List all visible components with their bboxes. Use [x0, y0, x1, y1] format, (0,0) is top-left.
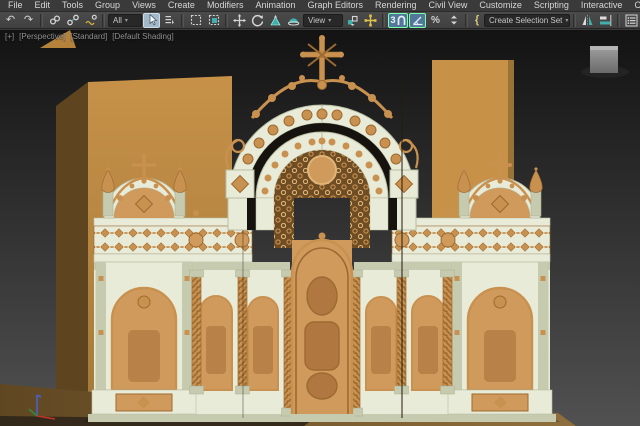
unlink-icon [67, 14, 79, 26]
scene-explorer-icon [625, 14, 638, 27]
toggle-scene-explorer-button[interactable] [623, 13, 640, 28]
menu-item[interactable]: Animation [249, 0, 301, 11]
angle-snap-icon [412, 14, 424, 26]
select-and-move-button[interactable] [231, 13, 248, 28]
viewport-pov-label[interactable]: [Perspective] [19, 32, 65, 41]
perspective-viewport[interactable]: [+] [Perspective] [Standard] [Default Sh… [0, 30, 640, 426]
menu-item[interactable]: Interactive [575, 0, 629, 11]
use-pivot-point-center-button[interactable] [344, 13, 361, 28]
menu-item[interactable]: Graph Editors [301, 0, 369, 11]
viewport-style-label[interactable]: [Standard] [70, 32, 107, 41]
undo-icon: ↶ [6, 15, 15, 26]
menu-item[interactable]: Group [89, 0, 126, 11]
mirror-icon [581, 14, 594, 27]
viewport-label-bar: [+] [Perspective] [Standard] [Default Sh… [5, 32, 174, 41]
menu-item[interactable]: Tools [56, 0, 89, 11]
link-icon [49, 14, 61, 26]
edit-named-selection-sets-button[interactable]: { [471, 13, 483, 28]
toolbar-separator [225, 14, 228, 27]
rotate-icon [251, 14, 264, 27]
toolbar-separator [617, 14, 620, 27]
toolbar-separator [102, 14, 105, 27]
space-warp-icon [85, 14, 97, 26]
magnet-icon [397, 15, 406, 26]
3ds-max-window: FileEditToolsGroupViewsCreateModifiersAn… [0, 0, 640, 426]
percent-snap-toggle-button[interactable]: % [427, 13, 444, 28]
chevron-down-icon: ▾ [565, 17, 568, 24]
move-icon [233, 14, 246, 27]
percent-snap-label: % [431, 15, 440, 26]
menu-item[interactable]: Civil View [423, 0, 474, 11]
menu-bar: FileEditToolsGroupViewsCreateModifiersAn… [0, 0, 640, 12]
menu-item[interactable]: Views [126, 0, 162, 11]
chevron-down-icon: ▾ [125, 17, 128, 24]
selection-sets-brace-icon: { [475, 14, 479, 26]
coordinate-system-value: View [308, 16, 325, 25]
menu-item[interactable]: Create [162, 0, 201, 11]
snap-toggle-3d-button[interactable]: 3 [388, 13, 408, 28]
bind-to-space-warp-button[interactable] [82, 13, 99, 28]
select-and-scale-button[interactable] [267, 13, 284, 28]
menu-item[interactable]: Scripting [528, 0, 575, 11]
cursor-arrow-icon [146, 14, 158, 26]
viewport-3d-scene[interactable] [0, 30, 640, 426]
manipulate-icon [364, 14, 377, 27]
named-selection-sets-dropdown[interactable]: Create Selection Set▾ [484, 14, 570, 27]
toolbar-separator [382, 14, 385, 27]
named-selection-sets-value: Create Selection Set [489, 16, 562, 25]
select-by-name-button[interactable] [161, 13, 178, 28]
unlink-selection-button[interactable] [64, 13, 81, 28]
viewport-general-menu[interactable]: [+] [5, 32, 14, 41]
align-button[interactable] [597, 13, 614, 28]
menu-item[interactable]: File [2, 0, 29, 11]
pivot-center-icon [346, 14, 359, 27]
toolbar-separator [181, 14, 184, 27]
menu-item[interactable]: Customize [473, 0, 528, 11]
toolbar-separator [573, 14, 576, 27]
select-and-rotate-button[interactable] [249, 13, 266, 28]
window-crossing-icon [208, 14, 220, 26]
selection-filter-dropdown[interactable]: All▾ [108, 14, 142, 27]
selection-filter-value: All [113, 16, 122, 25]
toolbar-separator [465, 14, 468, 27]
spinner-snap-icon [448, 14, 460, 26]
select-and-link-button[interactable] [46, 13, 63, 28]
redo-button[interactable]: ↷ [20, 13, 37, 28]
redo-icon: ↷ [24, 15, 33, 26]
viewport-shading-label[interactable]: [Default Shading] [112, 32, 173, 41]
select-object-button[interactable] [143, 13, 160, 28]
menu-item[interactable]: Modifiers [201, 0, 250, 11]
undo-button[interactable]: ↶ [2, 13, 19, 28]
select-by-name-icon [164, 14, 176, 26]
mirror-button[interactable] [579, 13, 596, 28]
snap-3d-label: 3 [390, 15, 395, 25]
menu-item[interactable]: Content [628, 0, 640, 11]
select-and-manipulate-button[interactable] [362, 13, 379, 28]
rectangular-selection-region-button[interactable] [187, 13, 204, 28]
menu-item[interactable]: Rendering [369, 0, 423, 11]
royal-doors[interactable] [290, 233, 354, 423]
reference-coordinate-system-dropdown[interactable]: View▾ [303, 14, 343, 27]
main-toolbar: ↶ ↷ All▾ View▾ 3 % { Create Selection Se… [0, 12, 640, 29]
place-icon [287, 14, 300, 27]
selection-region-icon [190, 14, 202, 26]
spinner-snap-toggle-button[interactable] [445, 13, 462, 28]
angle-snap-toggle-button[interactable] [409, 13, 426, 28]
menu-item[interactable]: Edit [29, 0, 57, 11]
select-and-place-button[interactable] [285, 13, 302, 28]
scale-icon [269, 14, 282, 27]
window-crossing-toggle-button[interactable] [205, 13, 222, 28]
chevron-down-icon: ▾ [328, 17, 331, 24]
align-icon [599, 14, 612, 27]
toolbar-separator [40, 14, 43, 27]
